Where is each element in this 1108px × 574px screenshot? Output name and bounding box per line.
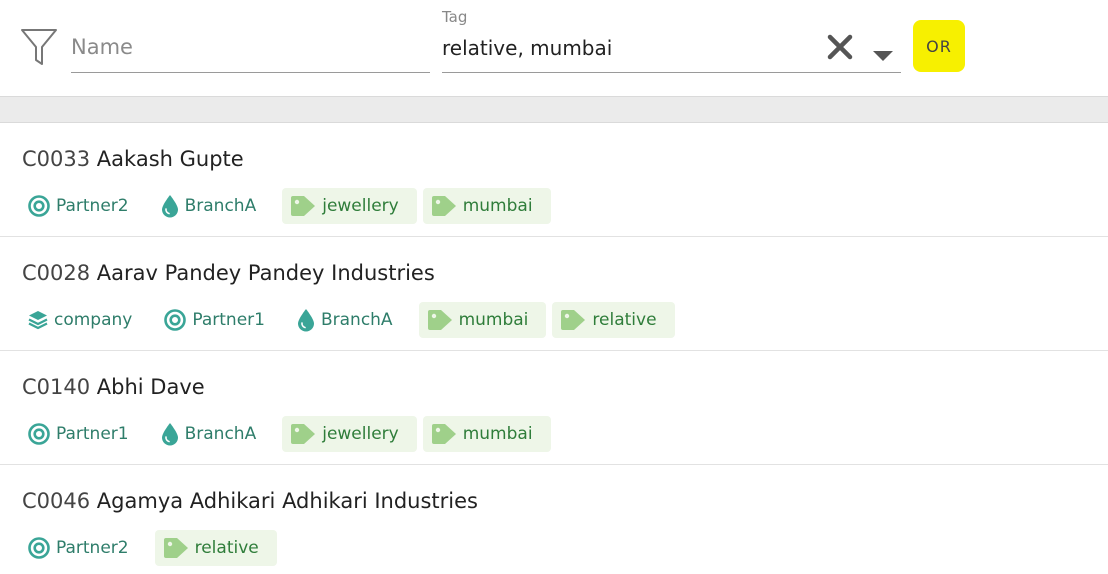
chip-row: Partner1 BranchA jewellery mumbai <box>22 416 557 452</box>
chip-label: mumbai <box>462 424 533 444</box>
tag-icon <box>163 537 195 559</box>
chip-row: company Partner1 BranchA mumbai relative <box>22 302 681 338</box>
name-input[interactable] <box>71 30 430 64</box>
name-field <box>71 30 430 73</box>
customer-name: Agamya Adhikari Adhikari Industries <box>96 489 478 513</box>
drop-icon <box>161 194 185 218</box>
target-icon <box>28 423 56 445</box>
tag-icon <box>431 423 463 445</box>
tag-chip[interactable]: jewellery <box>282 188 417 224</box>
target-icon <box>28 537 56 559</box>
tag-icon <box>290 195 322 217</box>
customer-id: C0033 <box>22 147 91 171</box>
filter-icon[interactable] <box>20 27 58 67</box>
tag-chip[interactable]: jewellery <box>282 416 417 452</box>
chip-label: Partner1 <box>56 424 129 444</box>
chip-label: relative <box>194 538 259 558</box>
customer-id: C0028 <box>22 261 91 285</box>
list-item[interactable]: C0140 Abhi Dave Partner1 BranchA jewellery m… <box>0 351 1108 465</box>
chip-label: relative <box>592 310 657 330</box>
customer-id: C0140 <box>22 375 91 399</box>
or-button[interactable]: OR <box>913 20 965 72</box>
divider-band <box>0 96 1108 123</box>
tag-icon <box>290 423 322 445</box>
layers-icon <box>28 310 54 330</box>
chip-label: mumbai <box>462 196 533 216</box>
target-icon <box>28 195 56 217</box>
tag-chip[interactable]: relative <box>154 530 277 566</box>
chip-row: Partner2 BranchA jewellery mumbai <box>22 188 557 224</box>
chip-label: company <box>54 310 133 330</box>
partner-chip[interactable]: Partner2 <box>22 530 137 566</box>
tag-icon <box>560 309 592 331</box>
tag-chip[interactable]: mumbai <box>422 188 551 224</box>
clear-icon[interactable] <box>827 34 853 60</box>
drop-icon <box>297 308 321 332</box>
chip-row: Partner2 relative <box>22 530 283 566</box>
tag-chip[interactable]: mumbai <box>422 416 551 452</box>
chip-label: jewellery <box>322 424 399 444</box>
list-item[interactable]: C0028 Aarav Pandey Pandey Industries comp… <box>0 237 1108 351</box>
tag-chip[interactable]: relative <box>552 302 675 338</box>
tag-icon <box>431 195 463 217</box>
partner-chip[interactable]: Partner2 <box>22 188 137 224</box>
partner-chip[interactable]: Partner1 <box>158 302 273 338</box>
customer-title: C0028 Aarav Pandey Pandey Industries <box>22 261 435 285</box>
chevron-down-icon[interactable] <box>872 50 894 62</box>
tag-label: Tag <box>442 8 468 26</box>
chip-label: BranchA <box>184 424 257 444</box>
customer-title: C0033 Aakash Gupte <box>22 147 244 171</box>
branch-chip[interactable]: BranchA <box>155 188 265 224</box>
chip-label: Partner2 <box>56 196 129 216</box>
branch-chip[interactable]: BranchA <box>291 302 401 338</box>
chip-label: BranchA <box>320 310 393 330</box>
customer-name: Aarav Pandey Pandey Industries <box>96 261 435 285</box>
customer-id: C0046 <box>22 489 91 513</box>
branch-chip[interactable]: BranchA <box>155 416 265 452</box>
customer-name: Aakash Gupte <box>96 147 244 171</box>
target-icon <box>164 309 192 331</box>
tag-field[interactable]: Tag relative, mumbai <box>442 6 901 73</box>
tag-value[interactable]: relative, mumbai <box>442 36 612 60</box>
type-chip[interactable]: company <box>22 302 140 338</box>
tag-icon <box>427 309 459 331</box>
chip-label: Partner2 <box>56 538 129 558</box>
customer-title: C0140 Abhi Dave <box>22 375 205 399</box>
chip-label: BranchA <box>184 196 257 216</box>
tag-chip[interactable]: mumbai <box>418 302 547 338</box>
customer-name: Abhi Dave <box>96 375 205 399</box>
list-item[interactable]: C0033 Aakash Gupte Partner2 BranchA jewelle… <box>0 123 1108 237</box>
filter-bar: Tag relative, mumbai OR <box>0 0 1108 96</box>
drop-icon <box>161 422 185 446</box>
list-item[interactable]: C0046 Agamya Adhikari Adhikari Industrie… <box>0 465 1108 574</box>
customer-list: C0033 Aakash Gupte Partner2 BranchA jewelle… <box>0 123 1108 574</box>
partner-chip[interactable]: Partner1 <box>22 416 137 452</box>
chip-label: jewellery <box>322 196 399 216</box>
chip-label: mumbai <box>458 310 529 330</box>
chip-label: Partner1 <box>192 310 265 330</box>
customer-title: C0046 Agamya Adhikari Adhikari Industrie… <box>22 489 478 513</box>
